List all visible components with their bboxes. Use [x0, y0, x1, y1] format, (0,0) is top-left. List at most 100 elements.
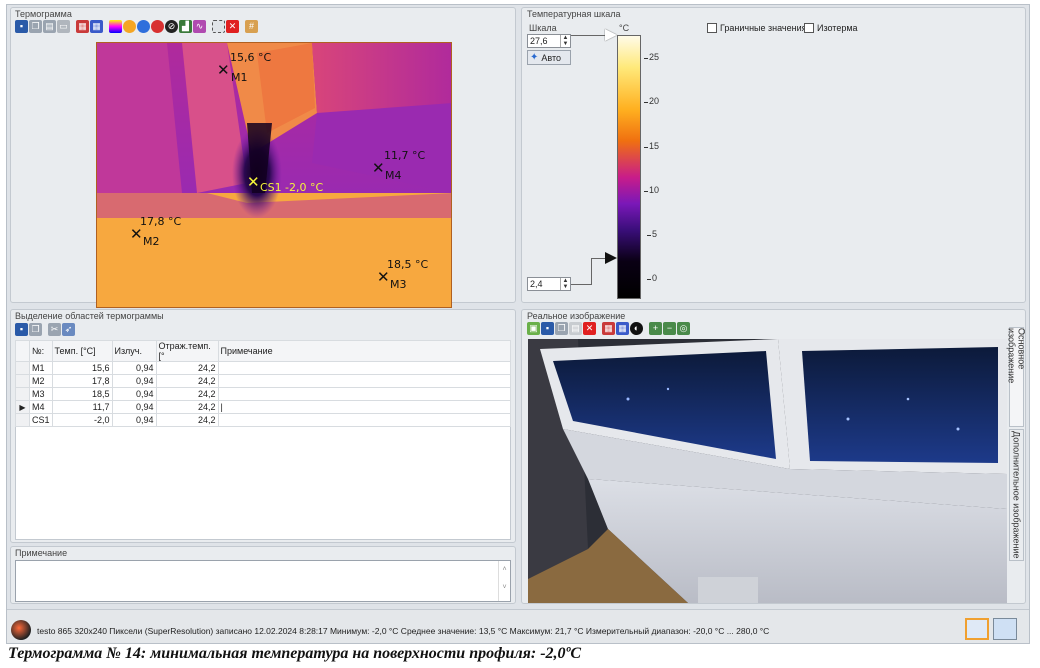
thermogram-image[interactable]: 15,6 °C ✕ M1 ✕ CS1 -2,0 °C 11,7 °C ✕ M4 … — [96, 42, 452, 308]
table-cell[interactable]: M3 — [29, 387, 53, 401]
layout-single-icon[interactable] — [965, 618, 989, 640]
select-icon[interactable] — [212, 20, 225, 33]
copy-icon[interactable]: ❐ — [29, 323, 42, 336]
zoom-in-icon[interactable]: + — [649, 322, 662, 335]
palette-icon[interactable]: ▦ — [76, 20, 89, 33]
row-header-corner — [15, 340, 30, 362]
palette-alt-icon[interactable]: ▦ — [616, 322, 629, 335]
layout-dual-icon[interactable] — [993, 618, 1017, 640]
zoom-fit-icon[interactable]: ◎ — [677, 322, 690, 335]
real-photo[interactable] — [528, 339, 1007, 603]
tab-extra-image[interactable]: Дополнительное изображение — [1009, 429, 1024, 561]
table-cell[interactable]: 0,94 — [111, 361, 157, 375]
save-icon[interactable]: ▪ — [541, 322, 554, 335]
marker-m3-label: M3 — [390, 278, 407, 291]
profile-icon[interactable]: ∿ — [193, 20, 206, 33]
table-cell[interactable]: 15,6 — [51, 361, 113, 375]
scale-icon[interactable] — [109, 20, 122, 33]
paste-icon[interactable]: ▤ — [43, 20, 56, 33]
lower-slider-handle[interactable] — [605, 252, 617, 264]
window-photo — [528, 339, 1007, 603]
table-cell[interactable]: M1 — [29, 361, 53, 375]
scale-max-input[interactable]: 27,6 ▲ ▼ — [527, 34, 571, 48]
table-cell[interactable]: M2 — [29, 374, 53, 388]
table-cell[interactable]: 24,2 — [155, 387, 219, 401]
marker-m2-value: 17,8 °C — [140, 215, 182, 228]
column-header[interactable]: Примечание — [217, 340, 512, 362]
sun-icon[interactable] — [123, 20, 136, 33]
blue-circle-icon[interactable] — [137, 20, 150, 33]
scale-min-input[interactable]: 2,4 ▲ ▼ — [527, 277, 571, 291]
table-cell[interactable]: 0,94 — [111, 400, 157, 414]
note-textarea[interactable]: ˄ ˅ — [15, 560, 511, 602]
unit-label: °C — [619, 23, 630, 33]
grid-icon[interactable]: # — [245, 20, 258, 33]
row-header[interactable] — [15, 413, 30, 427]
zoom-out-icon[interactable]: − — [663, 322, 676, 335]
open-icon[interactable]: ▣ — [527, 322, 540, 335]
table-cell[interactable] — [217, 387, 512, 401]
column-header[interactable]: №: — [29, 340, 53, 362]
copy-icon[interactable]: ❐ — [29, 20, 42, 33]
isotherm-checkbox[interactable]: Изотерма — [804, 23, 858, 33]
prohibit-icon[interactable]: ⊘ — [165, 20, 178, 33]
table-cell[interactable]: 24,2 — [155, 400, 219, 414]
table-row[interactable]: M1 15,6 0,94 24,2 — [15, 361, 512, 375]
delete-icon[interactable]: ✕ — [226, 20, 239, 33]
palette-icon[interactable]: ▦ — [602, 322, 615, 335]
window-icon[interactable]: ▭ — [57, 20, 70, 33]
spinner-arrows-icon[interactable]: ▲ ▼ — [560, 278, 570, 290]
upper-slider-handle[interactable] — [605, 29, 617, 41]
column-header[interactable]: Излуч. — [111, 340, 157, 362]
delete-icon[interactable]: ✕ — [583, 322, 596, 335]
table-cell[interactable] — [217, 413, 512, 427]
table-cell[interactable]: -2,0 — [51, 413, 113, 427]
table-cell[interactable]: 0,94 — [111, 413, 157, 427]
table-cell[interactable]: 24,2 — [155, 361, 219, 375]
table-cell[interactable]: 24,2 — [155, 374, 219, 388]
pin-icon[interactable]: ➶ — [62, 323, 75, 336]
paste-icon[interactable]: ▤ — [569, 322, 582, 335]
table-cell[interactable]: M4 — [29, 400, 53, 414]
column-header[interactable]: Темп. [°C] — [51, 340, 113, 362]
save-icon[interactable]: ▪ — [15, 323, 28, 336]
row-selected-arrow-icon[interactable]: ▶ — [15, 400, 30, 414]
scrollbar[interactable]: ˄ ˅ — [498, 561, 510, 601]
table-cell[interactable]: 18,5 — [51, 387, 113, 401]
table-row-selected[interactable]: ▶ M4 11,7 0,94 24,2 | — [15, 400, 512, 414]
table-cell[interactable]: 0,94 — [111, 374, 157, 388]
tab-main-image[interactable]: Основное изображение — [1007, 327, 1027, 427]
palette-alt-icon[interactable]: ▦ — [90, 20, 103, 33]
lower-slider-line — [591, 258, 605, 259]
histogram-icon[interactable]: ▟ — [179, 20, 192, 33]
table-cell[interactable]: | — [217, 400, 512, 414]
row-header[interactable] — [15, 374, 30, 388]
table-row[interactable]: M3 18,5 0,94 24,2 — [15, 387, 512, 401]
table-cell[interactable] — [217, 361, 512, 375]
table-cell[interactable]: 11,7 — [51, 400, 113, 414]
cross-icon: ✕ — [217, 61, 230, 79]
checkbox-icon[interactable] — [804, 23, 814, 33]
limit-values-label: Граничные значения — [720, 23, 807, 33]
table-cell[interactable]: 17,8 — [51, 374, 113, 388]
table-cell[interactable]: 0,94 — [111, 387, 157, 401]
auto-button[interactable]: ✦ Авто — [527, 50, 571, 65]
table-cell[interactable]: CS1 — [29, 413, 53, 427]
table-row[interactable]: CS1 -2,0 0,94 24,2 — [15, 413, 512, 427]
column-header[interactable]: Отраж.темп. [° — [155, 340, 219, 362]
copy-icon[interactable]: ❐ — [555, 322, 568, 335]
row-header[interactable] — [15, 361, 30, 375]
limit-values-checkbox[interactable]: Граничные значения — [707, 23, 806, 33]
table-cell[interactable] — [217, 374, 512, 388]
row-header[interactable] — [15, 387, 30, 401]
table-row[interactable]: M2 17,8 0,94 24,2 — [15, 374, 512, 388]
table-cell[interactable]: 24,2 — [155, 413, 219, 427]
save-icon[interactable]: ▪ — [15, 20, 28, 33]
spinner-arrows-icon[interactable]: ▲ ▼ — [560, 35, 570, 47]
contrast-icon[interactable]: ◐ — [630, 322, 643, 335]
regions-toolbar: ▪ ❐ ✂ ➶ — [15, 323, 75, 336]
red-circle-icon[interactable] — [151, 20, 164, 33]
table-header-row: №: Темп. [°C] Излуч. Отраж.темп. [° Прим… — [15, 340, 512, 362]
tools-icon[interactable]: ✂ — [48, 323, 61, 336]
checkbox-icon[interactable] — [707, 23, 717, 33]
